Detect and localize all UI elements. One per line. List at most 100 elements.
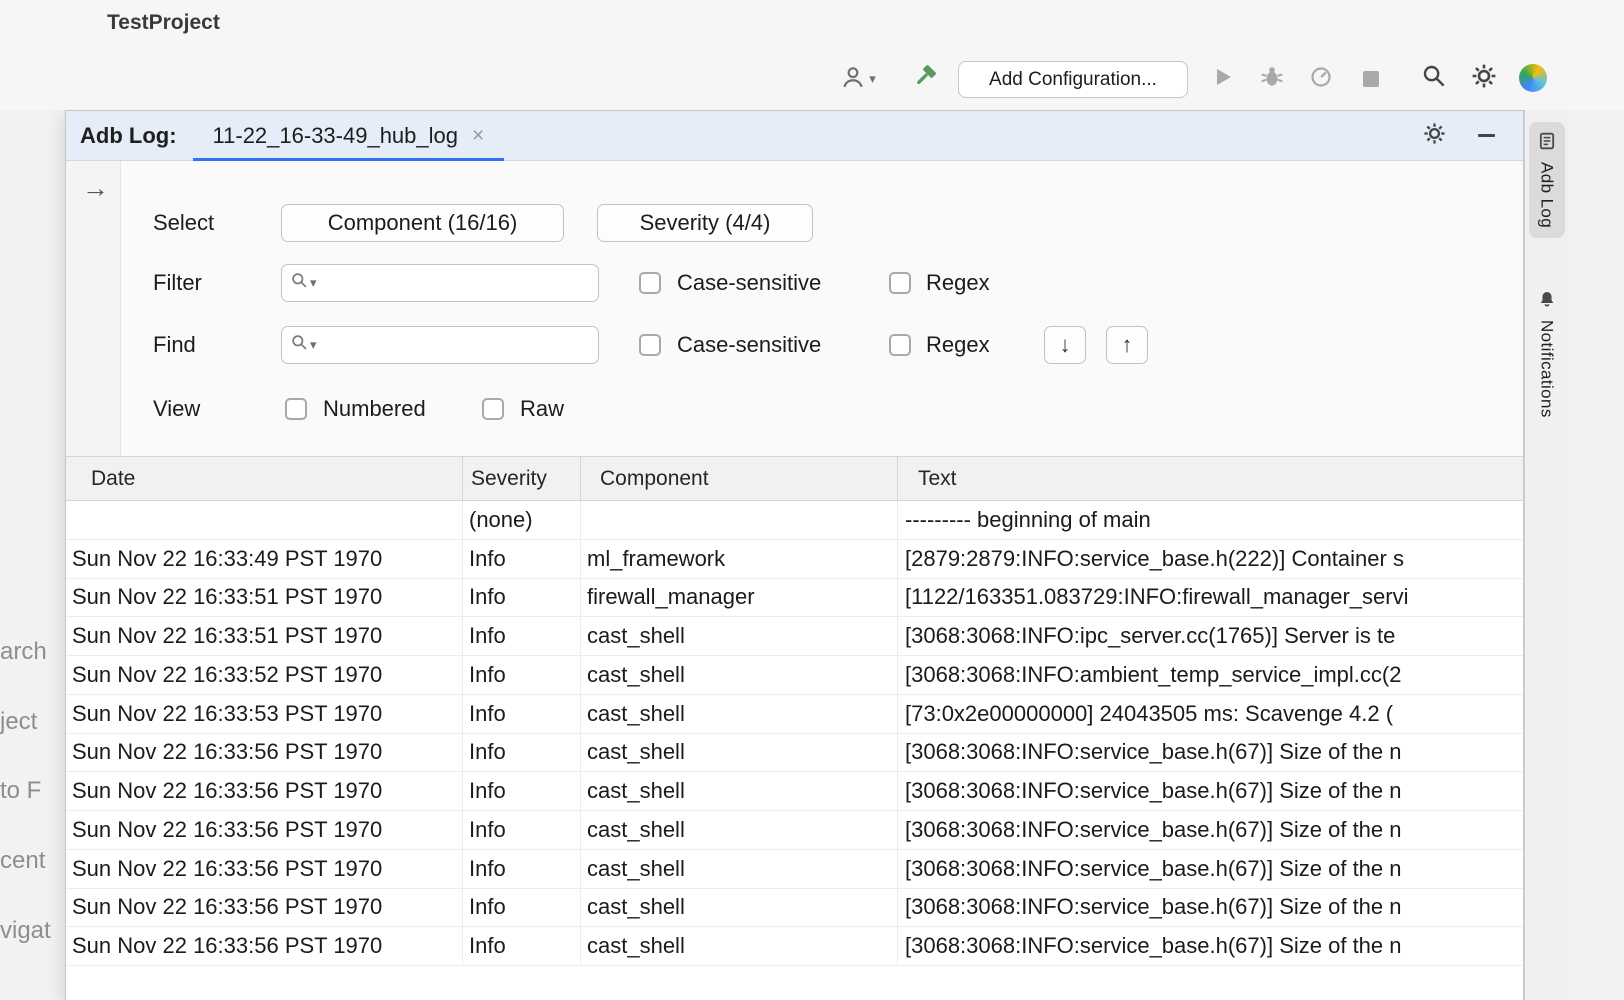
tool-window-title: Adb Log: <box>66 123 177 149</box>
debug-button[interactable] <box>1258 65 1286 93</box>
chevron-down-icon: ▾ <box>310 337 317 353</box>
find-search-field[interactable]: ▾ <box>281 326 599 364</box>
close-icon[interactable]: × <box>472 125 484 146</box>
cell-component: ml_framework <box>581 540 898 578</box>
column-header-severity[interactable]: Severity <box>463 457 581 500</box>
log-file-icon <box>1538 132 1556 155</box>
table-row[interactable]: Sun Nov 22 16:33:56 PST 1970 Info cast_s… <box>66 811 1523 850</box>
cell-date: Sun Nov 22 16:33:49 PST 1970 <box>66 540 463 578</box>
cell-severity: Info <box>463 617 581 655</box>
table-row[interactable]: Sun Nov 22 16:33:56 PST 1970 Info cast_s… <box>66 889 1523 928</box>
search-everywhere-button[interactable] <box>1421 65 1447 91</box>
filter-search-field[interactable]: ▾ <box>281 264 599 302</box>
user-icon <box>840 64 866 95</box>
cell-severity: Info <box>463 850 581 888</box>
table-row[interactable]: Sun Nov 22 16:33:56 PST 1970 Info cast_s… <box>66 772 1523 811</box>
gear-icon <box>1471 63 1497 94</box>
cell-component: cast_shell <box>581 889 898 927</box>
log-table-body: (none) --------- beginning of main Sun N… <box>66 501 1523 1000</box>
find-case-sensitive-label: Case-sensitive <box>677 326 821 364</box>
table-row[interactable]: Sun Nov 22 16:33:53 PST 1970 Info cast_s… <box>66 695 1523 734</box>
component-filter-button[interactable]: Component (16/16) <box>281 204 564 242</box>
cell-date: Sun Nov 22 16:33:56 PST 1970 <box>66 811 463 849</box>
tool-window-stripe: Adb Log Notifications <box>1524 110 1568 1000</box>
profiler-button[interactable] <box>1308 66 1334 92</box>
table-row[interactable]: Sun Nov 22 16:33:51 PST 1970 Info firewa… <box>66 579 1523 618</box>
ide-settings-button[interactable] <box>1470 64 1498 92</box>
cell-component: cast_shell <box>581 695 898 733</box>
column-header-component[interactable]: Component <box>581 457 898 500</box>
table-row[interactable]: Sun Nov 22 16:33:56 PST 1970 Info cast_s… <box>66 927 1523 966</box>
cell-component: cast_shell <box>581 734 898 772</box>
add-configuration-button[interactable]: Add Configuration... <box>958 61 1188 98</box>
cell-severity: Info <box>463 579 581 617</box>
tool-window-settings-button[interactable] <box>1423 122 1446 150</box>
find-next-button[interactable]: ↓ <box>1044 326 1086 364</box>
find-previous-button[interactable]: ↑ <box>1106 326 1148 364</box>
view-raw-checkbox[interactable] <box>482 398 504 420</box>
select-label: Select <box>153 204 214 242</box>
view-numbered-checkbox[interactable] <box>285 398 307 420</box>
cell-text: --------- beginning of main <box>898 501 1523 539</box>
table-row[interactable]: Sun Nov 22 16:33:56 PST 1970 Info cast_s… <box>66 734 1523 773</box>
cell-text: [2879:2879:INFO:service_base.h(222)] Con… <box>898 540 1523 578</box>
stop-icon <box>1363 71 1379 87</box>
stop-button[interactable] <box>1362 70 1380 88</box>
build-button[interactable] <box>910 62 940 94</box>
log-file-tab[interactable]: 11-22_16-33-49_hub_log × <box>193 111 505 160</box>
chevron-down-icon: ▾ <box>869 71 876 87</box>
editor-hint-fragment: ject <box>0 708 37 736</box>
cell-date: Sun Nov 22 16:33:56 PST 1970 <box>66 734 463 772</box>
cell-date: Sun Nov 22 16:33:56 PST 1970 <box>66 927 463 965</box>
table-row[interactable]: Sun Nov 22 16:33:52 PST 1970 Info cast_s… <box>66 656 1523 695</box>
filter-case-sensitive-checkbox[interactable] <box>639 272 661 294</box>
cell-severity: Info <box>463 772 581 810</box>
cell-date: Sun Nov 22 16:33:56 PST 1970 <box>66 889 463 927</box>
cell-text: [73:0x2e00000000] 24043505 ms: Scavenge … <box>898 695 1523 733</box>
arrow-right-icon[interactable]: → <box>82 173 109 204</box>
table-row[interactable]: Sun Nov 22 16:33:56 PST 1970 Info cast_s… <box>66 850 1523 889</box>
filter-regex-checkbox[interactable] <box>889 272 911 294</box>
table-row[interactable]: Sun Nov 22 16:33:49 PST 1970 Info ml_fra… <box>66 540 1523 579</box>
column-header-date[interactable]: Date <box>66 457 463 500</box>
column-header-text[interactable]: Text <box>898 457 1523 500</box>
user-profile-button[interactable]: ▾ <box>834 64 882 94</box>
cell-text: [3068:3068:INFO:service_base.h(67)] Size… <box>898 811 1523 849</box>
cell-severity: Info <box>463 927 581 965</box>
cell-text: [3068:3068:INFO:service_base.h(67)] Size… <box>898 734 1523 772</box>
log-table-header: Date Severity Component Text <box>66 456 1523 501</box>
search-icon <box>1422 64 1446 93</box>
filter-input[interactable] <box>319 265 598 301</box>
view-label: View <box>153 390 200 428</box>
cell-severity: Info <box>463 540 581 578</box>
window-titlebar: TestProject ▾ Add Configuration... <box>0 0 1624 110</box>
run-icon <box>1211 65 1235 94</box>
table-row[interactable]: Sun Nov 22 16:33:51 PST 1970 Info cast_s… <box>66 617 1523 656</box>
editor-hint-fragment: arch <box>0 638 47 666</box>
cell-component: firewall_manager <box>581 579 898 617</box>
cell-text: [3068:3068:INFO:ipc_server.cc(1765)] Ser… <box>898 617 1523 655</box>
severity-filter-button[interactable]: Severity (4/4) <box>597 204 813 242</box>
window-title: TestProject <box>107 11 220 35</box>
table-row[interactable]: (none) --------- beginning of main <box>66 501 1523 540</box>
view-numbered-label: Numbered <box>323 390 426 428</box>
find-regex-checkbox[interactable] <box>889 334 911 356</box>
stripe-tab-notifications-label: Notifications <box>1537 320 1557 418</box>
cell-severity: Info <box>463 695 581 733</box>
find-input[interactable] <box>319 327 598 363</box>
filter-label: Filter <box>153 264 202 302</box>
filter-regex-label: Regex <box>926 264 990 302</box>
gradient-logo-button[interactable] <box>1518 63 1548 93</box>
cell-text: [3068:3068:INFO:service_base.h(67)] Size… <box>898 889 1523 927</box>
cell-text: [3068:3068:INFO:service_base.h(67)] Size… <box>898 927 1523 965</box>
stripe-tab-notifications[interactable]: Notifications <box>1529 280 1565 428</box>
find-case-sensitive-checkbox[interactable] <box>639 334 661 356</box>
stripe-tab-adb-log-label: Adb Log <box>1537 162 1557 228</box>
cell-text: [3068:3068:INFO:ambient_temp_service_imp… <box>898 656 1523 694</box>
run-button[interactable] <box>1210 66 1236 92</box>
filter-case-sensitive-label: Case-sensitive <box>677 264 821 302</box>
stripe-tab-adb-log[interactable]: Adb Log <box>1529 122 1565 238</box>
cell-text: [3068:3068:INFO:service_base.h(67)] Size… <box>898 772 1523 810</box>
adb-log-tool-window: Adb Log: 11-22_16-33-49_hub_log × → Sele… <box>65 110 1524 1000</box>
hide-tool-window-button[interactable] <box>1478 134 1495 137</box>
